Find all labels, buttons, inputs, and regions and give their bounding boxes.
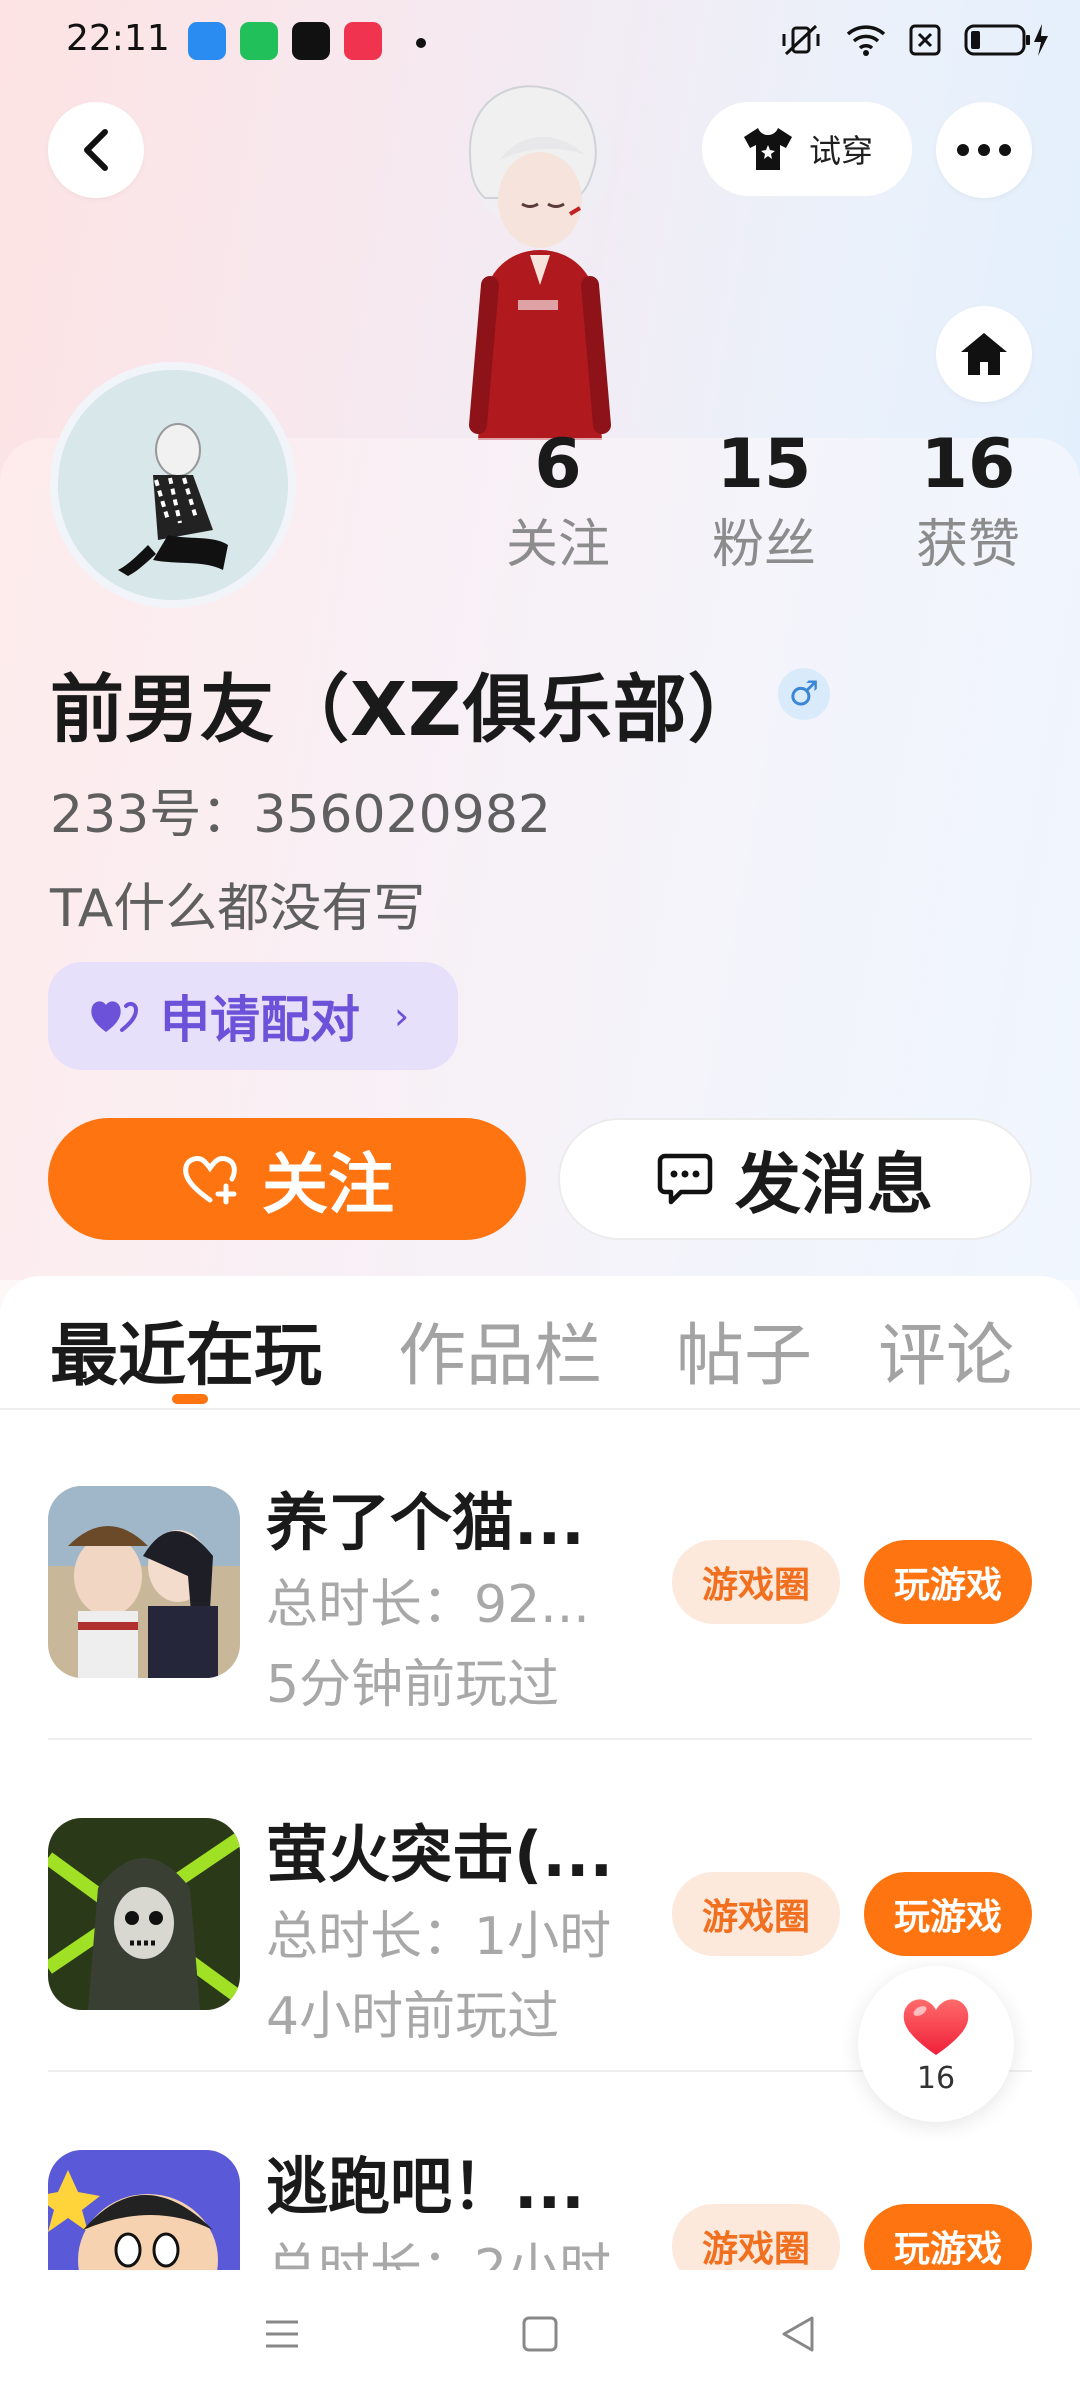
- game-title: 萤火突击(...: [266, 1818, 613, 1891]
- wifi-icon: [846, 25, 886, 56]
- heart-plus-icon: [183, 1156, 237, 1205]
- stat-likes[interactable]: 16 获赞: [888, 420, 1048, 580]
- try-on-button[interactable]: 试穿: [702, 102, 912, 196]
- status-bar: 22:11: [0, 0, 1080, 80]
- send-message-button[interactable]: 发消息: [558, 1118, 1032, 1240]
- game-last-played: 4小时前玩过: [266, 1987, 560, 2047]
- followers-count: 15: [716, 425, 812, 504]
- game-duration: 总时长：92...: [266, 1575, 590, 1635]
- tab-comments[interactable]: 评论: [878, 1300, 1014, 1399]
- notification-dot: [416, 38, 426, 48]
- likes-label: 获赞: [915, 515, 1020, 575]
- heart-icon: [903, 1998, 969, 2055]
- back-button[interactable]: [48, 102, 144, 198]
- avatar[interactable]: [50, 362, 296, 608]
- app-icon-blue: [188, 22, 226, 60]
- avatar-figure-image: [58, 370, 288, 600]
- male-gender-icon: ♂: [778, 668, 830, 720]
- more-button[interactable]: [936, 102, 1032, 198]
- avatar-character-image: [430, 80, 650, 440]
- play-game-button[interactable]: 玩游戏: [864, 2204, 1032, 2270]
- profile-bio: TA什么都没有写: [50, 879, 426, 939]
- likes-count: 16: [920, 425, 1016, 504]
- status-time: 22:11: [66, 18, 170, 59]
- double-heart-icon: [91, 1001, 139, 1032]
- list-item-game[interactable]: 养了个猫... 总时长：92... 5分钟前玩过 游戏圈 玩游戏: [0, 1410, 1080, 1740]
- game-icon-anime-girls: [48, 1486, 240, 1678]
- chevron-right-icon: ›: [394, 994, 410, 1038]
- tiktok-app-icon: [292, 22, 330, 60]
- game-duration: 总时长：2小时: [266, 2239, 612, 2270]
- game-icon-cartoon-boy: [48, 2150, 240, 2270]
- apply-pair-label: 申请配对: [160, 991, 360, 1049]
- follow-button[interactable]: 关注: [48, 1118, 526, 1240]
- back-arrow-icon: [84, 129, 108, 171]
- iqiyi-app-icon: [240, 22, 278, 60]
- try-on-label: 试穿: [808, 132, 873, 170]
- tab-posts[interactable]: 帖子: [676, 1300, 812, 1399]
- profile-name: 前男友（XZ俱乐部）: [50, 667, 763, 753]
- system-nav-bar: [0, 2270, 1080, 2400]
- game-duration: 总时长：1小时: [266, 1907, 612, 1967]
- mute-vibrate-icon: [782, 24, 820, 56]
- video-app-icon: [344, 22, 382, 60]
- tab-recently-played[interactable]: 最近在玩: [50, 1300, 322, 1399]
- game-circle-button[interactable]: 游戏圈: [672, 1540, 840, 1624]
- home-button[interactable]: [936, 306, 1032, 402]
- home-square-icon[interactable]: [520, 2314, 560, 2354]
- game-title: 养了个猫...: [266, 1486, 585, 1559]
- battery-charging-icon: [964, 24, 1048, 56]
- tab-works[interactable]: 作品栏: [398, 1300, 602, 1399]
- more-dots-icon: [957, 144, 1011, 156]
- stat-following[interactable]: 6 关注: [478, 420, 638, 580]
- follow-label: 关注: [262, 1146, 394, 1223]
- game-icon-soldier: [48, 1818, 240, 2010]
- tshirt-icon: [743, 128, 792, 170]
- list-divider: [48, 1738, 1032, 1740]
- game-circle-button[interactable]: 游戏圈: [672, 2204, 840, 2270]
- tab-indicator: [172, 1394, 208, 1404]
- like-count: 16: [916, 2060, 956, 2096]
- game-circle-button[interactable]: 游戏圈: [672, 1872, 840, 1956]
- user-id: 233号：356020982: [50, 785, 552, 845]
- send-message-label: 发消息: [735, 1146, 933, 1223]
- play-game-button[interactable]: 玩游戏: [864, 1540, 1032, 1624]
- game-last-played: 5分钟前玩过: [266, 1655, 560, 1715]
- followers-label: 粉丝: [711, 515, 816, 575]
- game-title: 逃跑吧！...: [266, 2150, 585, 2223]
- play-game-button[interactable]: 玩游戏: [864, 1872, 1032, 1956]
- following-label: 关注: [505, 515, 610, 575]
- chat-bubble-icon: [657, 1153, 713, 1205]
- menu-icon[interactable]: [262, 2314, 302, 2354]
- status-icons: [778, 20, 1050, 60]
- like-floating-button[interactable]: 16: [858, 1966, 1014, 2122]
- following-count: 6: [534, 425, 582, 504]
- apply-pair-button[interactable]: 申请配对 ›: [48, 962, 458, 1070]
- home-icon: [961, 333, 1007, 375]
- stat-followers[interactable]: 15 粉丝: [684, 420, 844, 580]
- sim-x-icon: [909, 24, 941, 56]
- back-triangle-icon[interactable]: [778, 2314, 818, 2354]
